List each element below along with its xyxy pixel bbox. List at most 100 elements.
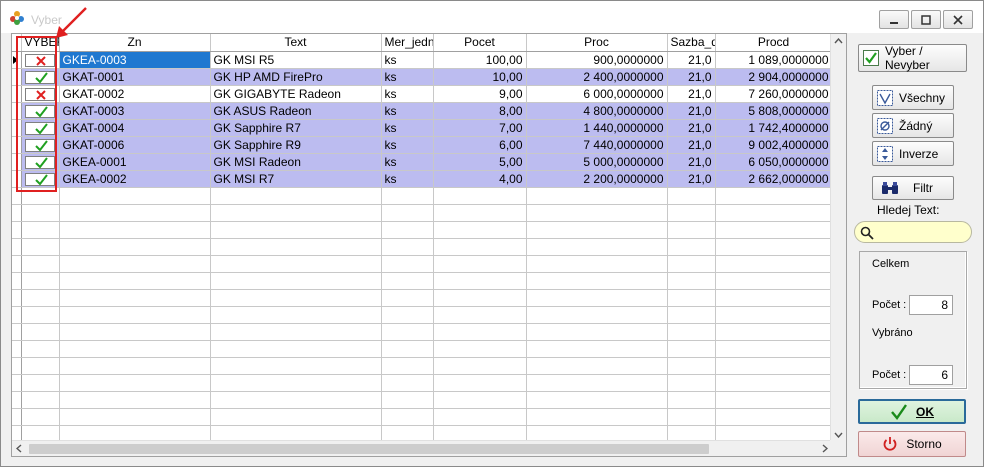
cell-text[interactable]: GK MSI Radeon [210,153,382,171]
cell-sazba[interactable]: 21,0 [667,51,716,69]
cell-sazba[interactable]: 21,0 [667,102,716,120]
empty-cell [433,221,527,239]
minimize-button[interactable] [879,10,909,29]
filter-button[interactable]: Filtr [872,176,954,200]
empty-cell [210,272,382,290]
cell-sazba[interactable]: 21,0 [667,119,716,137]
table-row[interactable]: GKAT-0004 GK Sapphire R7 ks 7,00 1 440,00000… [12,119,832,137]
cell-procd[interactable]: 6 050,0000000 [715,153,832,171]
empty-row [12,323,832,341]
scroll-right-icon[interactable] [822,444,828,453]
cell-pocet[interactable]: 5,00 [433,153,527,171]
ok-button[interactable]: OK [858,399,966,424]
table-row[interactable]: GKAT-0006 GK Sapphire R9 ks 6,00 7 440,00000… [12,136,832,154]
cell-procd[interactable]: 2 662,0000000 [715,170,832,188]
empty-cell [21,221,60,239]
cell-proc[interactable]: 5 000,0000000 [526,153,668,171]
scroll-up-icon[interactable] [834,38,843,44]
toggle-selection-button[interactable]: Vyber / Nevyber [858,44,967,72]
cell-sazba[interactable]: 21,0 [667,136,716,154]
cell-zn[interactable]: GKEA-0001 [59,153,211,171]
select-all-button[interactable]: Všechny [872,85,954,110]
scroll-left-icon[interactable] [16,444,22,453]
table-row[interactable]: GKEA-0001 GK MSI Radeon ks 5,00 5 000,000000… [12,153,832,171]
cell-sazba[interactable]: 21,0 [667,68,716,86]
empty-cell [381,238,434,256]
cell-proc[interactable]: 2 400,0000000 [526,68,668,86]
scroll-down-icon[interactable] [834,432,843,438]
cell-proc[interactable]: 4 800,0000000 [526,102,668,120]
cell-procd[interactable]: 1 742,4000000 [715,119,832,137]
items-grid[interactable]: VYBER Zn Text Mer_jedn Pocet Proc Sazba_… [11,33,847,457]
cell-mj[interactable]: ks [381,102,434,120]
cell-sazba[interactable]: 21,0 [667,153,716,171]
cell-proc[interactable]: 1 440,0000000 [526,119,668,137]
table-row[interactable]: GKAT-0003 GK ASUS Radeon ks 8,00 4 800,00000… [12,102,832,120]
column-header-procd[interactable]: Procd [715,34,832,52]
cell-pocet[interactable]: 100,00 [433,51,527,69]
cell-pocet[interactable]: 9,00 [433,85,527,103]
empty-cell [12,357,22,375]
column-header-pocet[interactable]: Pocet [433,34,527,52]
cell-procd[interactable]: 7 260,0000000 [715,85,832,103]
cell-mj[interactable]: ks [381,153,434,171]
cell-proc[interactable]: 900,0000000 [526,51,668,69]
cell-mj[interactable]: ks [381,68,434,86]
cell-pocet[interactable]: 6,00 [433,136,527,154]
column-header-proc[interactable]: Proc [526,34,668,52]
cell-text[interactable]: GK ASUS Radeon [210,102,382,120]
cell-zn[interactable]: GKAT-0006 [59,136,211,154]
empty-cell [526,272,668,290]
cell-procd[interactable]: 1 089,0000000 [715,51,832,69]
cell-pocet[interactable]: 7,00 [433,119,527,137]
cell-procd[interactable]: 5 808,0000000 [715,102,832,120]
cell-zn[interactable]: GKAT-0001 [59,68,211,86]
column-header-mer-jedn[interactable]: Mer_jedn [381,34,434,52]
table-row[interactable]: GKEA-0003 GK MSI R5 ks 100,00 900,0000000 21,… [12,51,832,69]
cell-procd[interactable]: 9 002,4000000 [715,136,832,154]
cell-procd[interactable]: 2 904,0000000 [715,68,832,86]
invert-selection-button[interactable]: Inverze [872,141,954,166]
cell-proc[interactable]: 2 200,0000000 [526,170,668,188]
cell-text[interactable]: GK Sapphire R7 [210,119,382,137]
maximize-button[interactable] [911,10,941,29]
select-none-button[interactable]: Žádný [872,113,954,138]
cell-mj[interactable]: ks [381,136,434,154]
cell-zn[interactable]: GKAT-0002 [59,85,211,103]
empty-cell [667,255,716,273]
cell-pocet[interactable]: 4,00 [433,170,527,188]
cell-mj[interactable]: ks [381,119,434,137]
close-button[interactable] [943,10,973,29]
search-input[interactable] [854,221,972,243]
table-row[interactable]: GKAT-0002 GK GIGABYTE Radeon ks 9,00 6 000,0… [12,85,832,103]
cancel-button[interactable]: Storno [858,431,966,457]
table-row[interactable]: GKEA-0002 GK MSI R7 ks 4,00 2 200,0000000 21,… [12,170,832,188]
cell-text[interactable]: GK HP AMD FirePro [210,68,382,86]
cell-text[interactable]: GK MSI R5 [210,51,382,69]
column-header-sazba[interactable]: Sazba_d [667,34,716,52]
cell-sazba[interactable]: 21,0 [667,85,716,103]
cell-text[interactable]: GK MSI R7 [210,170,382,188]
horizontal-scroll-thumb[interactable] [29,444,709,454]
horizontal-scrollbar[interactable] [12,440,832,456]
cell-zn[interactable]: GKEA-0003 [59,51,211,69]
cell-pocet[interactable]: 10,00 [433,68,527,86]
cell-pocet[interactable]: 8,00 [433,102,527,120]
cell-mj[interactable]: ks [381,51,434,69]
cell-zn[interactable]: GKAT-0004 [59,119,211,137]
cell-proc[interactable]: 7 440,0000000 [526,136,668,154]
cell-text[interactable]: GK GIGABYTE Radeon [210,85,382,103]
column-header-text[interactable]: Text [210,34,382,52]
cell-sazba[interactable]: 21,0 [667,170,716,188]
cell-text[interactable]: GK Sapphire R9 [210,136,382,154]
empty-cell [21,340,60,358]
cell-zn[interactable]: GKAT-0003 [59,102,211,120]
empty-row [12,391,832,409]
cell-zn[interactable]: GKEA-0002 [59,170,211,188]
vertical-scrollbar[interactable] [830,34,846,442]
cell-mj[interactable]: ks [381,85,434,103]
cell-proc[interactable]: 6 000,0000000 [526,85,668,103]
cell-mj[interactable]: ks [381,170,434,188]
empty-row [12,272,832,290]
table-row[interactable]: GKAT-0001 GK HP AMD FirePro ks 10,00 2 400,0… [12,68,832,86]
